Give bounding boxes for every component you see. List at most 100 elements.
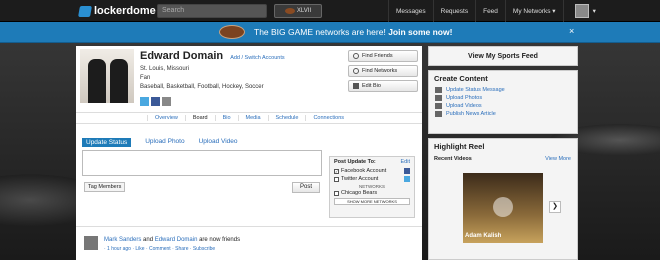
close-icon[interactable]: × [569,26,574,36]
status-textarea[interactable] [82,150,322,176]
create-update-status[interactable]: Update Status Message [429,86,577,94]
video-caption: Adam Kalish [465,233,502,239]
facebook-account-label: Facebook Account [341,168,387,174]
account-dropdown[interactable]: ▾ [593,7,596,15]
person-figure [110,59,128,103]
find-networks-button[interactable]: Find Networks [348,65,418,77]
pencil-icon [353,83,359,89]
print-icon[interactable] [162,97,171,106]
find-networks-label: Find Networks [362,68,398,74]
feed-item-text: Mark Sanders and Edward Domain are now f… [104,237,240,243]
video-icon [435,103,442,109]
create-item-label: Update Status Message [446,87,505,93]
facebook-icon[interactable] [151,97,160,106]
profile-location: St. Louis, Missouri [140,66,190,72]
brand-name: lockerdome [94,5,156,17]
checkbox-checked[interactable]: ✓ [334,168,339,174]
big-game-button[interactable]: XLVII [274,4,322,18]
create-item-label: Upload Photos [446,95,483,101]
checkbox[interactable] [334,190,339,196]
find-friends-button[interactable]: Find Friends [348,50,418,62]
tab-overview[interactable]: Overview [146,115,185,121]
nav-requests[interactable]: Requests [432,0,475,22]
show-more-networks-button[interactable]: SHOW MORE NETWORKS [334,198,410,205]
highlight-reel-title: Highlight Reel [434,142,485,151]
big-game-label: XLVII [296,8,312,14]
edit-bio-label: Edit Bio [362,83,381,89]
tab-connections[interactable]: Connections [305,115,351,121]
feed-and: and [143,237,154,243]
post-option-twitter[interactable]: Twitter Account [330,175,414,183]
tab-board[interactable]: Board [184,115,215,121]
recent-videos-label: Recent Videos [434,156,472,162]
search-input[interactable]: Search [157,4,267,18]
tab-bio[interactable]: Bio [214,115,238,121]
feed-item-meta[interactable]: · 1 hour ago · Like · Comment · Share · … [104,246,215,252]
next-video-button[interactable]: ❯ [549,201,561,213]
edit-bio-button[interactable]: Edit Bio [348,80,418,92]
feed-rest: are now friends [199,237,241,243]
post-button[interactable]: Post [292,182,320,193]
share-icons [140,97,171,106]
checkbox[interactable] [334,176,339,182]
right-sidebar: View My Sports Feed Create Content Updat… [428,46,578,260]
nav-feed[interactable]: Feed [475,0,505,22]
speech-bubble-icon [435,87,442,93]
twitter-icon [404,176,410,182]
feed-user-link[interactable]: Edward Domain [155,237,198,243]
person-figure [88,59,106,103]
tab-upload-video[interactable]: Upload Video [199,138,238,147]
profile-tabs: Overview Board Bio Media Schedule Connec… [76,112,422,124]
photo-icon [435,95,442,101]
create-publish-article[interactable]: Publish News Article [429,110,577,118]
highlight-reel-card: Highlight Reel Recent Videos View More A… [428,138,578,260]
top-navigation-bar: lockerdome Search XLVII Messages Request… [0,0,660,22]
view-more-link[interactable]: View More [545,156,571,162]
nav-messages[interactable]: Messages [388,0,433,22]
avatar [574,4,589,18]
feed-user-link[interactable]: Mark Sanders [104,237,141,243]
profile-name: Edward Domain Add / Switch Accounts [140,50,285,62]
post-option-network[interactable]: Chicago Bears [330,189,414,197]
play-icon[interactable] [493,197,513,217]
video-thumbnail[interactable]: Adam Kalish [463,173,543,243]
view-sports-feed-button[interactable]: View My Sports Feed [428,46,578,66]
nav-my-networks[interactable]: My Networks ▾ [504,0,563,22]
banner-message: The BIG GAME networks are here! Join som… [254,27,452,37]
network-label: Chicago Bears [341,190,378,196]
facebook-icon [404,168,410,174]
create-content-card: Create Content Update Status Message Upl… [428,70,578,134]
football-icon [219,25,245,39]
tab-upload-photo[interactable]: Upload Photo [145,138,184,147]
post-to-panel: Post Update To: Edit ✓ Facebook Account … [329,156,415,218]
create-item-label: Publish News Article [446,111,496,117]
tab-schedule[interactable]: Schedule [267,115,306,121]
football-icon [284,8,295,14]
post-option-facebook[interactable]: ✓ Facebook Account [330,167,414,175]
find-friends-label: Find Friends [362,53,393,59]
tab-update-status[interactable]: Update Status [82,138,132,147]
avatar[interactable] [84,236,98,250]
create-item-label: Upload Videos [446,103,482,109]
twitter-account-label: Twitter Account [341,176,379,182]
switch-accounts-link[interactable]: Add / Switch Accounts [230,55,284,61]
banner-message-text: The BIG GAME networks are here! [254,27,386,37]
create-upload-photos[interactable]: Upload Photos [429,94,577,102]
status-tabs: Update Status Upload Photo Upload Video [82,138,238,147]
top-nav: Messages Requests Feed My Networks ▾ ▾ [388,0,603,22]
profile-photo[interactable] [80,49,134,103]
article-icon [435,111,442,117]
banner-join-link[interactable]: Join some now! [388,27,452,37]
twitter-icon[interactable] [140,97,149,106]
profile-role: Fan [140,75,151,81]
tab-media[interactable]: Media [237,115,268,121]
tag-members-button[interactable]: Tag Members [84,182,126,192]
create-upload-videos[interactable]: Upload Videos [429,102,577,110]
search-icon [353,68,359,74]
nav-account[interactable]: ▾ [562,0,603,22]
create-content-title: Create Content [434,74,488,83]
edit-link[interactable]: Edit [401,159,410,165]
lockerdome-logo[interactable]: lockerdome [78,4,156,18]
profile-main-panel: Edward Domain Add / Switch Accounts St. … [76,46,422,260]
search-icon [353,53,359,59]
